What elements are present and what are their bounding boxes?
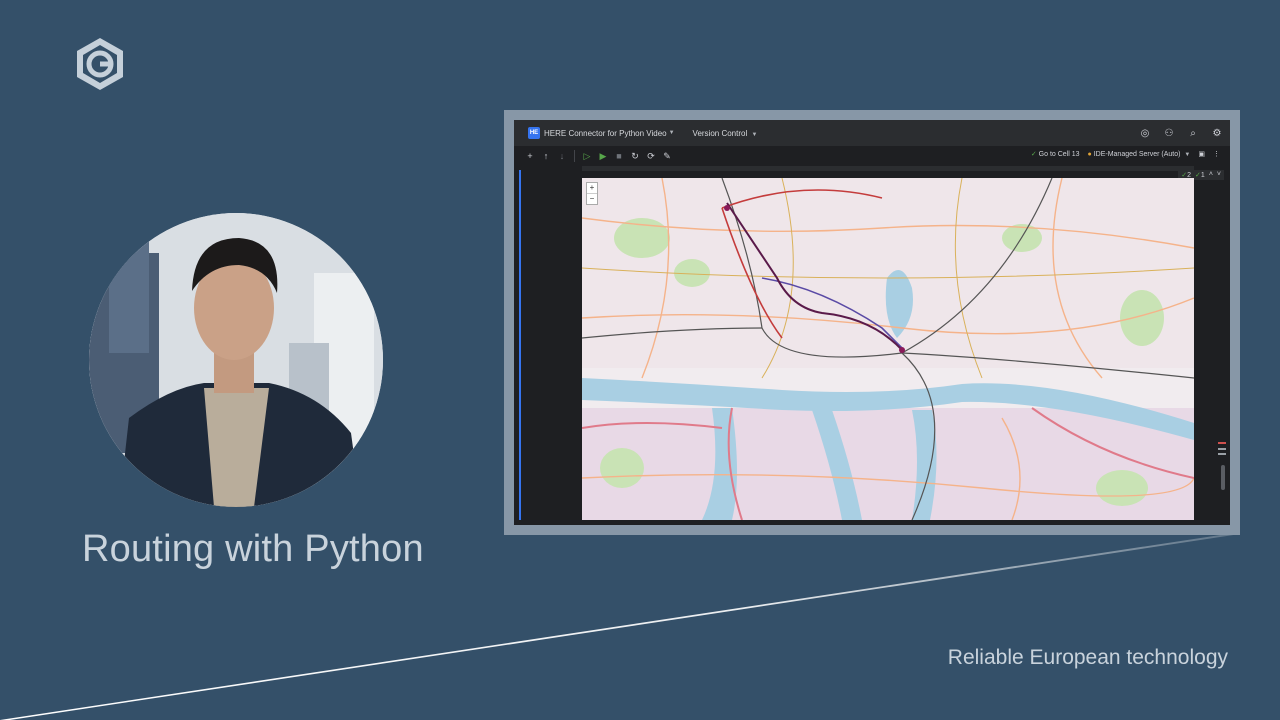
- run-all-icon[interactable]: ▶: [595, 148, 611, 164]
- ide-screenshot-frame: HE HERE Connector for Python Video ▼ Ver…: [504, 110, 1240, 535]
- toolbar-right: ✓ Go to Cell 13 ● IDE-Managed Server (Au…: [1031, 150, 1220, 159]
- panel-toggle-icon[interactable]: ▣: [1198, 150, 1205, 158]
- go-to-cell-label: Go to Cell 13: [1038, 151, 1080, 158]
- add-user-icon[interactable]: ⚇: [1162, 126, 1176, 140]
- chevron-down-icon: ▼: [751, 131, 758, 138]
- cell-header-bar: [582, 166, 1194, 171]
- map-output[interactable]: + −: [582, 178, 1194, 520]
- server-status-icon: ●: [1087, 150, 1092, 158]
- company-logo-icon: [72, 36, 128, 92]
- version-control-label: Version Control: [692, 128, 748, 138]
- slide-title: Routing with Python: [82, 528, 424, 570]
- move-down-icon[interactable]: ↓: [554, 148, 570, 164]
- scroll-markers: [1218, 442, 1226, 458]
- stop-icon[interactable]: ■: [611, 148, 627, 164]
- run-cell-icon[interactable]: ▷: [579, 148, 595, 164]
- cell-gutter-marker: [519, 170, 521, 520]
- chevron-down-icon[interactable]: ˅: [1217, 171, 1221, 179]
- slide-tagline: Reliable European technology: [947, 646, 1228, 669]
- vertical-scrollbar[interactable]: [1221, 465, 1225, 490]
- add-cell-icon[interactable]: +: [522, 148, 538, 164]
- project-badge: HE: [528, 127, 540, 139]
- chevron-down-icon: ▼: [1184, 151, 1191, 158]
- toolbar-divider: [574, 150, 575, 162]
- project-name: HERE Connector for Python Video: [544, 128, 667, 138]
- server-selector[interactable]: ● IDE-Managed Server (Auto) ▼: [1088, 151, 1191, 158]
- go-to-cell-button[interactable]: ✓ Go to Cell 13: [1031, 150, 1080, 158]
- scroll-marker: [1218, 453, 1226, 455]
- restart-run-all-icon[interactable]: ⟳: [643, 148, 659, 164]
- ai-assistant-icon[interactable]: ◎: [1138, 126, 1152, 140]
- clear-outputs-icon[interactable]: ✎: [659, 148, 675, 164]
- version-control-menu[interactable]: Version Control ▼: [693, 129, 758, 138]
- project-selector[interactable]: HE HERE Connector for Python Video ▼: [528, 127, 675, 139]
- search-icon[interactable]: ⌕: [1186, 126, 1200, 140]
- title-bar-actions: ◎ ⚇ ⌕ ⚙: [1138, 126, 1224, 140]
- inspection-ok-b: ✓1: [1195, 172, 1205, 179]
- map-zoom-control: + −: [586, 182, 598, 205]
- ide-window: HE HERE Connector for Python Video ▼ Ver…: [514, 120, 1230, 525]
- ide-title-bar: HE HERE Connector for Python Video ▼ Ver…: [514, 120, 1230, 146]
- presenter-avatar: [89, 213, 383, 507]
- gear-icon[interactable]: ⚙: [1210, 126, 1224, 140]
- chevron-down-icon: ▼: [668, 130, 675, 136]
- zoom-in-button[interactable]: +: [587, 183, 597, 193]
- scroll-marker: [1218, 448, 1226, 450]
- more-options-icon[interactable]: ⋮: [1213, 150, 1220, 158]
- check-icon: ✓: [1030, 151, 1037, 158]
- notebook-toolbar: + ↑ ↓ ▷ ▶ ■ ↻ ⟳ ✎ ✓ Go to Cell 13 ● IDE-…: [514, 146, 1230, 166]
- move-up-icon[interactable]: ↑: [538, 148, 554, 164]
- restart-kernel-icon[interactable]: ↻: [627, 148, 643, 164]
- zoom-out-button[interactable]: −: [587, 193, 597, 204]
- error-marker: [1218, 442, 1226, 444]
- server-label: IDE-Managed Server (Auto): [1093, 150, 1181, 158]
- chevron-up-icon[interactable]: ˄: [1209, 171, 1213, 179]
